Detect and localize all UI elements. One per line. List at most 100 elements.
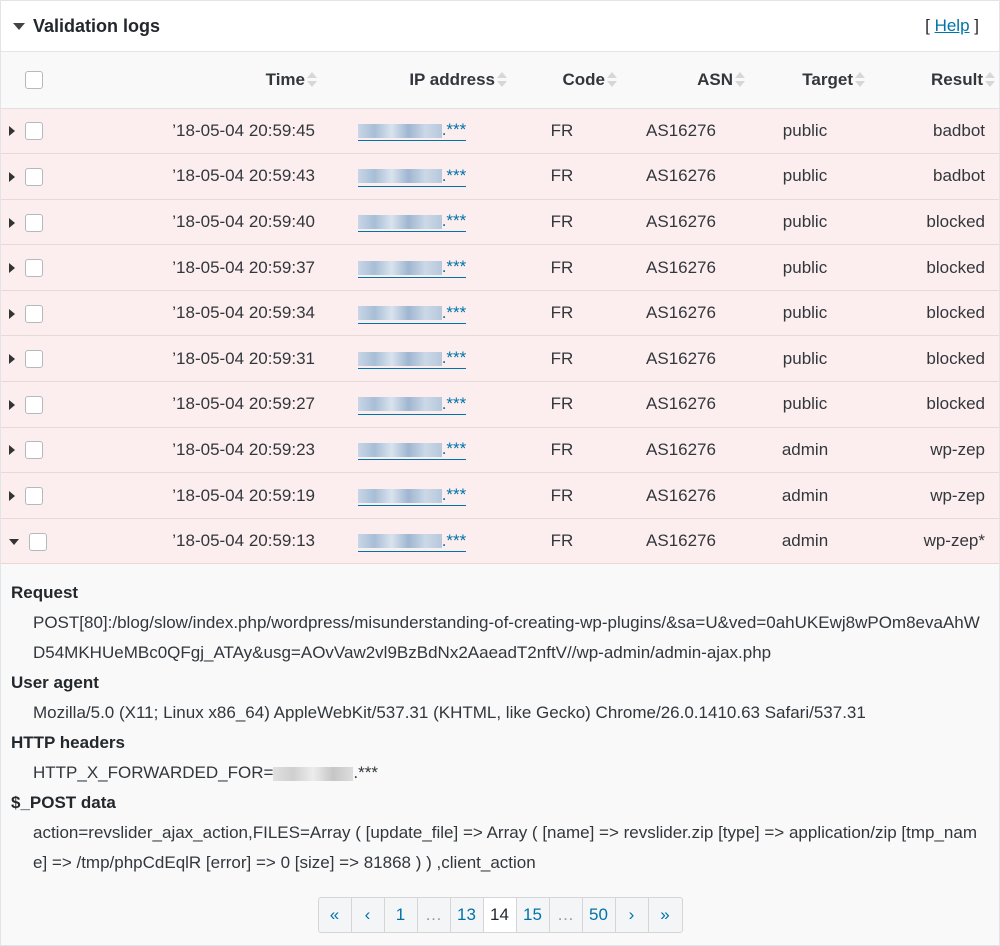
expand-row-icon[interactable] bbox=[9, 354, 15, 365]
ip-link[interactable]: .*** bbox=[357, 303, 467, 324]
collapse-toggle-icon[interactable] bbox=[13, 22, 25, 30]
redacted-ip-blur bbox=[357, 351, 442, 366]
sort-icon bbox=[985, 72, 995, 88]
ip-link[interactable]: .*** bbox=[357, 348, 467, 370]
panel-header[interactable]: Validation logs [ Help ] bbox=[1, 1, 999, 52]
help-bracket-close: ] bbox=[969, 16, 979, 35]
cell-time: ’18-05-04 20:59:13 bbox=[172, 531, 315, 551]
expand-row-icon[interactable] bbox=[9, 171, 15, 182]
row-checkbox[interactable] bbox=[25, 167, 43, 186]
cell-code: FR bbox=[550, 257, 574, 277]
table-row[interactable]: ’18-05-04 20:59:37 .*** FR AS16276 publi… bbox=[1, 244, 999, 291]
table-row[interactable]: ’18-05-04 20:59:43 .*** FR AS16276 publi… bbox=[1, 153, 999, 200]
prev-page-button[interactable]: ‹ bbox=[352, 897, 385, 932]
ip-link[interactable]: .*** bbox=[357, 120, 467, 142]
row-checkbox[interactable] bbox=[25, 304, 43, 323]
cell-asn: AS16276 bbox=[646, 348, 716, 368]
ip-link[interactable]: .*** bbox=[357, 485, 467, 507]
first-page-button[interactable]: « bbox=[319, 897, 352, 932]
col-target[interactable]: Target bbox=[749, 52, 869, 108]
cell-result: blocked bbox=[926, 348, 985, 368]
row-checkbox[interactable] bbox=[25, 487, 43, 506]
select-all-checkbox[interactable] bbox=[25, 71, 43, 90]
cell-target: public bbox=[782, 348, 828, 368]
row-checkbox[interactable] bbox=[25, 350, 43, 369]
redacted-ip-blur bbox=[357, 260, 442, 275]
expand-row-icon[interactable] bbox=[9, 263, 15, 274]
ip-link[interactable]: .*** bbox=[357, 257, 467, 279]
cell-time: ’18-05-04 20:59:19 bbox=[172, 485, 315, 505]
http-headers-label: HTTP headers bbox=[11, 733, 126, 753]
ip-link[interactable]: .*** bbox=[357, 439, 467, 461]
page-1-button[interactable]: 1 bbox=[385, 897, 418, 932]
page-13-button[interactable]: 13 bbox=[451, 897, 484, 932]
cell-time: ’18-05-04 20:59:43 bbox=[172, 166, 315, 186]
cell-result: blocked bbox=[926, 394, 985, 414]
table-row[interactable]: ’18-05-04 20:59:13 .*** FR AS16276 admin… bbox=[1, 518, 999, 564]
redacted-ip-blur bbox=[357, 306, 442, 321]
row-checkbox[interactable] bbox=[25, 122, 43, 141]
http-headers-value: HTTP_X_FORWARDED_FOR= .*** bbox=[33, 763, 378, 783]
logs-table: Time IP address Code ASN Target Result ’… bbox=[1, 52, 999, 564]
row-checkbox[interactable] bbox=[25, 395, 43, 414]
cell-asn: AS16276 bbox=[646, 439, 716, 459]
cell-time: ’18-05-04 20:59:23 bbox=[172, 439, 315, 459]
last-page-button[interactable]: » bbox=[649, 898, 682, 932]
cell-code: FR bbox=[550, 485, 574, 505]
help-link[interactable]: Help bbox=[935, 16, 970, 35]
table-row[interactable]: ’18-05-04 20:59:19 .*** FR AS16276 admin… bbox=[1, 472, 999, 519]
col-result[interactable]: Result bbox=[869, 52, 999, 108]
row-checkbox[interactable] bbox=[25, 259, 43, 278]
ip-link[interactable]: .*** bbox=[357, 394, 467, 415]
collapse-row-icon[interactable] bbox=[9, 538, 19, 545]
page-50-button[interactable]: 50 bbox=[583, 897, 616, 932]
cell-code: FR bbox=[550, 439, 574, 459]
page-15-button[interactable]: 15 bbox=[517, 897, 550, 932]
ip-link[interactable]: .*** bbox=[357, 166, 467, 187]
expand-row-icon[interactable] bbox=[9, 445, 15, 456]
pagination-ellipsis: … bbox=[550, 897, 583, 932]
expand-row-icon[interactable] bbox=[9, 126, 15, 137]
cell-target: public bbox=[782, 394, 828, 414]
ip-link[interactable]: .*** bbox=[357, 211, 467, 233]
cell-result: badbot bbox=[933, 120, 985, 140]
table-row[interactable]: ’18-05-04 20:59:40 .*** FR AS16276 publi… bbox=[1, 199, 999, 245]
user-agent-label: User agent bbox=[11, 673, 99, 693]
table-row[interactable]: ’18-05-04 20:59:31 .*** FR AS16276 publi… bbox=[1, 335, 999, 382]
pagination-ellipsis: … bbox=[418, 897, 451, 932]
col-code[interactable]: Code bbox=[511, 52, 621, 108]
sort-icon bbox=[607, 72, 617, 88]
expand-row-icon[interactable] bbox=[9, 217, 15, 228]
col-ip[interactable]: IP address bbox=[321, 52, 511, 108]
row-checkbox[interactable] bbox=[25, 213, 43, 232]
table-row[interactable]: ’18-05-04 20:59:27 .*** FR AS16276 publi… bbox=[1, 381, 999, 428]
cell-result: blocked bbox=[926, 303, 985, 323]
cell-time: ’18-05-04 20:59:31 bbox=[172, 348, 315, 368]
redacted-ip-blur bbox=[357, 123, 442, 138]
row-checkbox[interactable] bbox=[29, 532, 47, 551]
validation-logs-panel: Validation logs [ Help ] Time IP address… bbox=[0, 0, 1000, 946]
cell-code: FR bbox=[550, 303, 574, 323]
table-row[interactable]: ’18-05-04 20:59:34 .*** FR AS16276 publi… bbox=[1, 290, 999, 336]
redacted-ip-blur bbox=[357, 442, 442, 457]
cell-time: ’18-05-04 20:59:40 bbox=[172, 211, 315, 231]
col-asn[interactable]: ASN bbox=[621, 52, 749, 108]
cell-result: wp-zep* bbox=[923, 531, 985, 551]
sort-icon bbox=[307, 72, 317, 88]
row-details: Request POST[80]:/blog/slow/index.php/wo… bbox=[1, 564, 999, 894]
expand-row-icon[interactable] bbox=[9, 308, 15, 319]
post-data-value: action=revslider_ajax_action,FILES=Array… bbox=[33, 823, 977, 873]
row-checkbox[interactable] bbox=[25, 441, 43, 460]
expand-row-icon[interactable] bbox=[9, 399, 15, 410]
cell-result: badbot bbox=[933, 166, 985, 186]
pagination: « ‹ 1 … 13 14 15 … 50 › » bbox=[317, 896, 683, 933]
cell-target: admin bbox=[781, 439, 829, 459]
table-row[interactable]: ’18-05-04 20:59:23 .*** FR AS16276 admin… bbox=[1, 427, 999, 473]
expand-row-icon[interactable] bbox=[9, 491, 15, 502]
next-page-button[interactable]: › bbox=[616, 897, 649, 932]
cell-target: admin bbox=[781, 485, 829, 505]
ip-link[interactable]: .*** bbox=[357, 531, 467, 552]
col-time[interactable]: Time bbox=[59, 52, 321, 108]
request-value: POST[80]:/blog/slow/index.php/wordpress/… bbox=[33, 613, 980, 663]
table-row[interactable]: ’18-05-04 20:59:45 .*** FR AS16276 publi… bbox=[1, 108, 999, 154]
